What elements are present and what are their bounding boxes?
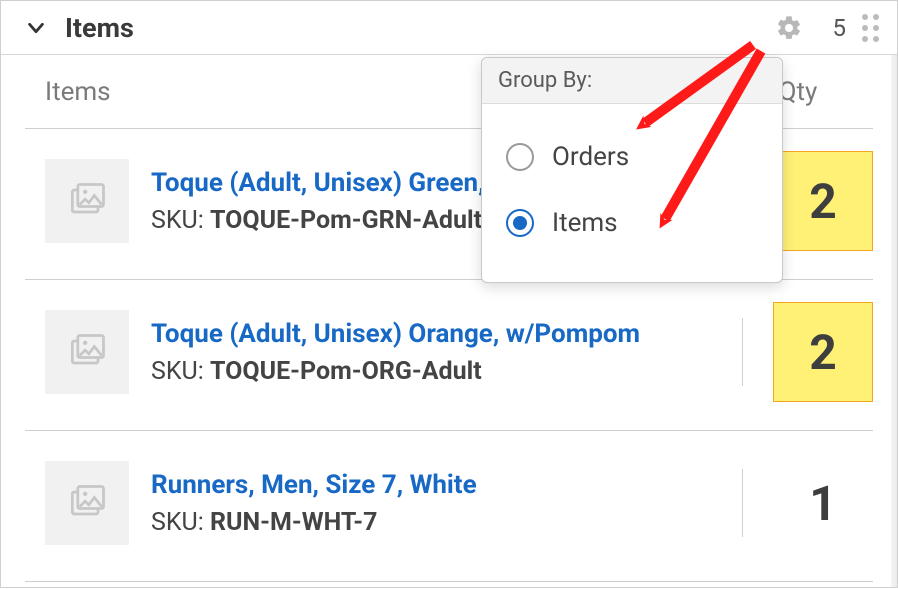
items-panel: Items 5 Items Qty Toque (Adult, Unisex) … xyxy=(0,0,898,588)
qty-badge: 2 xyxy=(773,302,873,402)
divider xyxy=(742,318,743,386)
item-title-link[interactable]: Toque (Adult, Unisex) Orange, w/Pompom xyxy=(151,319,712,349)
panel-header: Items 5 xyxy=(1,1,897,55)
sku-label: SKU: xyxy=(151,357,210,386)
qty-badge: 1 xyxy=(773,453,873,553)
radio-label: Items xyxy=(552,208,618,238)
thumbnail-placeholder xyxy=(45,159,129,243)
thumbnail-placeholder xyxy=(45,461,129,545)
item-count: 5 xyxy=(833,14,847,42)
table-row: Runners, Men, Size 7, White SKU: RUN-M-W… xyxy=(25,431,873,582)
item-title-link[interactable]: Runners, Men, Size 7, White xyxy=(151,470,712,500)
item-info: Runners, Men, Size 7, White SKU: RUN-M-W… xyxy=(151,470,712,537)
radio-label: Orders xyxy=(552,142,629,172)
sku-value: RUN-M-WHT-7 xyxy=(210,508,377,537)
panel-title: Items xyxy=(65,12,775,44)
item-info: Toque (Adult, Unisex) Orange, w/Pompom S… xyxy=(151,319,712,386)
qty-badge: 2 xyxy=(773,151,873,251)
radio-icon xyxy=(506,209,534,237)
divider xyxy=(742,469,743,537)
drag-handle-icon[interactable] xyxy=(862,14,879,42)
scrollbar-edge xyxy=(891,55,897,587)
item-sku-line: SKU: RUN-M-WHT-7 xyxy=(151,508,712,537)
item-sku-line: SKU: TOQUE-Pom-ORG-Adult xyxy=(151,357,712,386)
group-by-popover: Group By: Orders Items xyxy=(481,57,783,283)
chevron-down-icon[interactable] xyxy=(25,17,47,39)
gear-icon[interactable] xyxy=(775,14,803,42)
popover-body: Orders Items xyxy=(482,104,782,282)
sku-value: TOQUE-Pom-ORG-Adult xyxy=(210,357,482,386)
thumbnail-placeholder xyxy=(45,310,129,394)
table-row: Toque (Adult, Unisex) Orange, w/Pompom S… xyxy=(25,280,873,431)
sku-label: SKU: xyxy=(151,508,210,537)
radio-option-orders[interactable]: Orders xyxy=(500,124,764,190)
popover-header: Group By: xyxy=(482,58,782,104)
radio-icon xyxy=(506,143,534,171)
radio-option-items[interactable]: Items xyxy=(500,190,764,256)
sku-label: SKU: xyxy=(151,206,210,235)
sku-value: TOQUE-Pom-GRN-Adult xyxy=(210,206,482,235)
